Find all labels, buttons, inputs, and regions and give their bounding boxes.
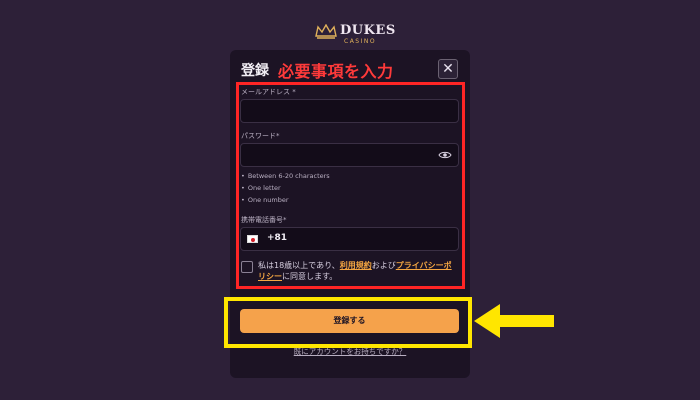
registration-modal: 登録 必要事項を入力 ✕ メールアドレス * パスワード* Between 6-… [224, 50, 472, 378]
password-rule: Between 6-20 characters [241, 172, 330, 180]
phone-label: 携帯電話番号* [241, 216, 287, 224]
age-consent-checkbox[interactable] [241, 261, 253, 273]
consent-text: 私は18歳以上であり、利用規約およびプライバシーポリシーに同意します。 [258, 261, 452, 281]
yellow-arrow-icon [474, 304, 554, 338]
modal-title: 登録 [241, 63, 269, 79]
password-label: パスワード* [241, 132, 280, 140]
register-button[interactable]: 登録する [240, 309, 459, 333]
annotation-title: 必要事項を入力 [278, 62, 394, 81]
email-field[interactable] [240, 99, 459, 123]
japan-flag-icon[interactable] [247, 235, 258, 243]
eye-icon[interactable] [438, 150, 452, 160]
close-button[interactable]: ✕ [438, 59, 458, 79]
close-icon: ✕ [442, 61, 454, 77]
login-link[interactable]: 既にアカウントをお持ちですか？ [230, 346, 470, 357]
password-rule: One letter [241, 184, 281, 192]
logo-brand: DUKES [340, 23, 396, 38]
terms-link[interactable]: 利用規約 [340, 261, 372, 270]
email-label: メールアドレス * [241, 88, 296, 96]
password-rule: One number [241, 196, 289, 204]
crown-icon [315, 24, 337, 39]
password-field[interactable] [240, 143, 459, 167]
dukes-casino-logo: DUKES CASINO [314, 22, 396, 48]
phone-field[interactable]: +81 [240, 227, 459, 251]
logo-sub: CASINO [344, 38, 377, 45]
country-code: +81 [267, 233, 288, 243]
